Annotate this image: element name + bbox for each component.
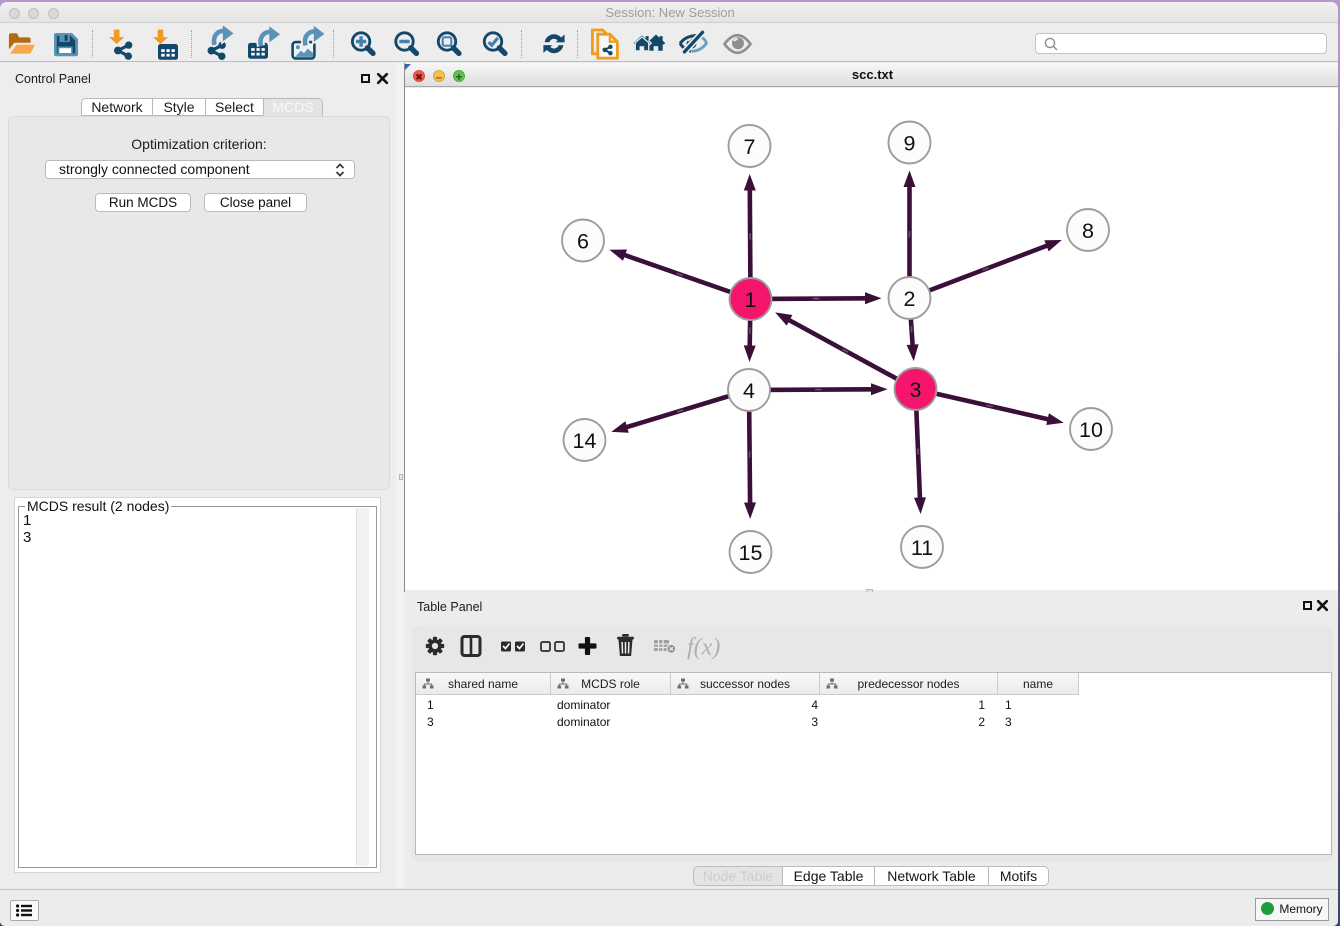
svg-text:11: 11 (911, 536, 933, 560)
svg-text:4: 4 (743, 379, 755, 403)
svg-text:2: 2 (904, 287, 916, 311)
svg-text:6: 6 (577, 229, 589, 253)
svg-text:7: 7 (744, 135, 756, 159)
svg-text:8: 8 (1082, 219, 1094, 243)
svg-text:9: 9 (904, 131, 916, 155)
svg-text:14: 14 (573, 429, 597, 453)
svg-text:f(x): f(x) (687, 635, 720, 661)
svg-text:3: 3 (910, 378, 922, 402)
svg-text:10: 10 (1079, 418, 1103, 442)
svg-text:1: 1 (745, 288, 757, 312)
svg-text:15: 15 (739, 541, 763, 565)
